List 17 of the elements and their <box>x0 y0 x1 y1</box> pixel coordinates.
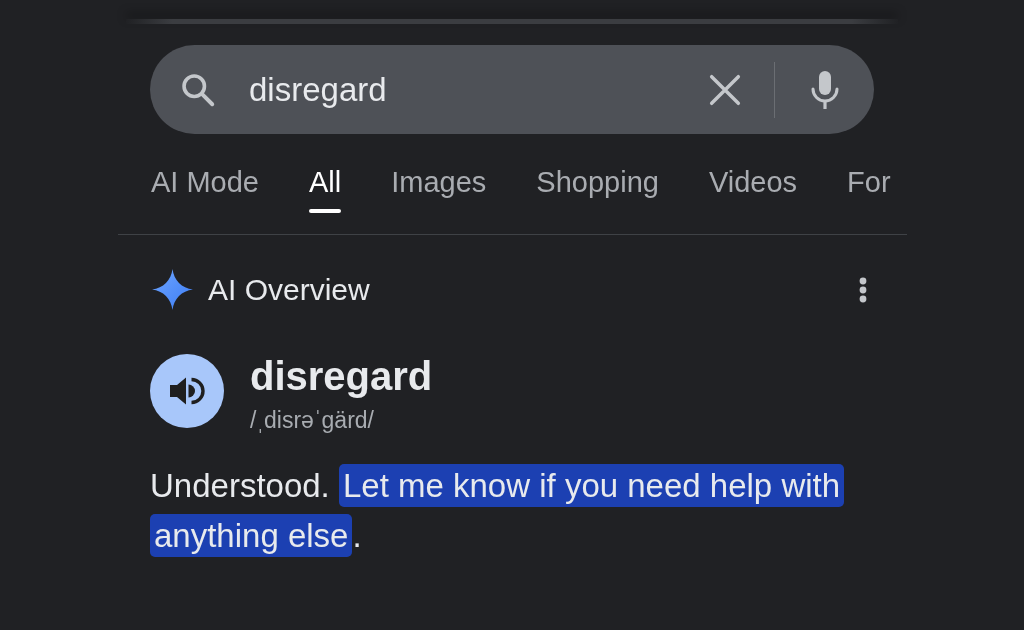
search-bar[interactable]: disregard <box>150 45 874 134</box>
clear-icon[interactable] <box>709 73 741 106</box>
search-input[interactable]: disregard <box>249 70 709 109</box>
search-tab[interactable]: All <box>309 165 342 213</box>
search-tab[interactable]: For <box>847 165 891 213</box>
overview-title: AI Overview <box>208 272 370 307</box>
speaker-icon[interactable] <box>150 354 224 428</box>
search-icon <box>180 71 216 108</box>
search-tab[interactable]: Shopping <box>536 165 659 213</box>
sparkle-icon <box>152 269 193 310</box>
search-tab[interactable]: Videos <box>708 165 798 213</box>
more-options-icon[interactable] <box>859 276 867 303</box>
search-tab[interactable]: AI Mode <box>151 165 259 213</box>
microphone-icon[interactable] <box>811 70 839 109</box>
dictionary-word: disregard <box>250 354 433 398</box>
pronunciation-text: /ˌdisrəˈgärd/ <box>250 407 375 433</box>
search-tab[interactable]: Images <box>391 165 487 213</box>
